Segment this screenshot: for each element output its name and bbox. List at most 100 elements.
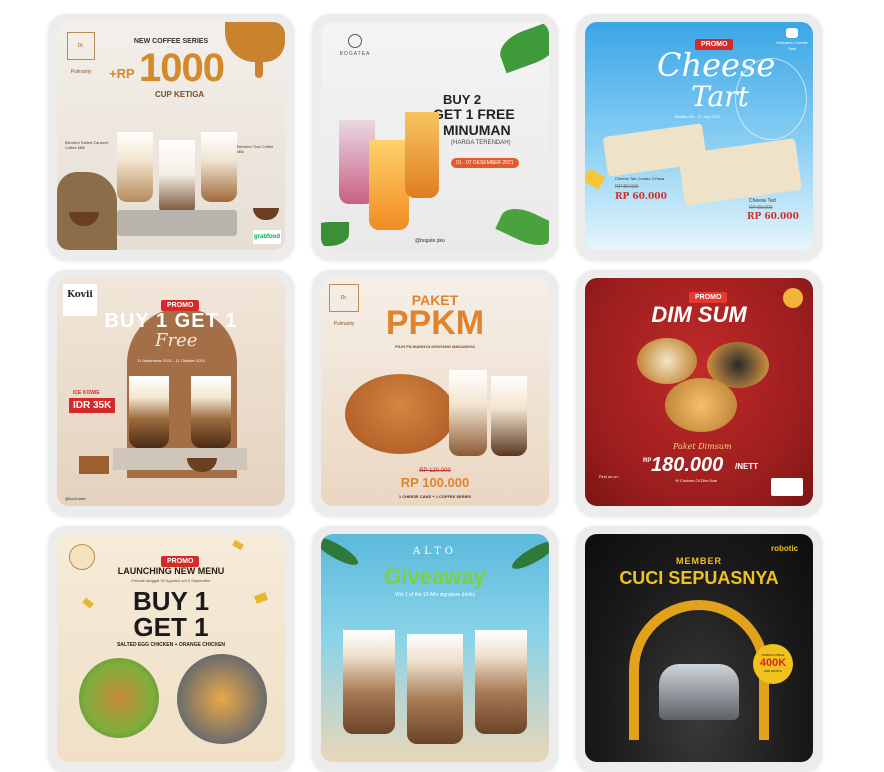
steamer-basket	[665, 378, 737, 432]
salad-bowl	[79, 658, 159, 738]
cup	[201, 132, 237, 202]
promo-image: Dr. Pulmanty NEW COFFEE SERIES +RP 1000 …	[57, 22, 285, 250]
cup-label: Blended Salted Caramel Coffee Milk	[65, 140, 109, 150]
tart-icon	[786, 28, 798, 38]
headline: NEW COFFEE SERIES	[133, 38, 209, 45]
promo-image: robotic MEMBER CUCI SEPUASNYA NORMAL PRI…	[585, 534, 813, 762]
podium	[113, 448, 247, 470]
sugar-cubes	[79, 456, 109, 474]
promo-card-cheese-tart[interactable]: PROMO Cheese Tart Berlaku 09 - 11 July 2…	[576, 14, 822, 260]
item2-price: RP 60.000	[747, 212, 799, 222]
promo-price: 400K	[759, 657, 787, 669]
cup	[369, 140, 409, 230]
price-prefix: +RP	[109, 66, 135, 81]
cheese-piece	[585, 168, 606, 190]
price: RP 100.000	[400, 475, 470, 490]
date-pill: 01 - 07 DESEMBER 2021	[451, 158, 519, 168]
title-line1: Cheese	[657, 46, 776, 84]
brand-name: robotic	[771, 544, 799, 553]
item2-old-price: RP 80.000	[749, 205, 773, 211]
brand-logo	[783, 288, 803, 308]
steamer-basket	[637, 338, 697, 384]
title: DIM SUM	[651, 302, 747, 327]
free-script: Free	[155, 330, 198, 351]
cup	[491, 376, 527, 456]
subline: CUP KETIGA	[155, 90, 205, 99]
product-name: ICE KOWIE	[73, 390, 100, 396]
glass	[191, 376, 231, 448]
promo-circle: NORMAL PRICE 400K PER MONTH	[753, 644, 793, 684]
podium	[117, 210, 237, 236]
headline-line2: GET 1	[133, 612, 209, 642]
caramel-drip	[255, 52, 263, 78]
leaf-decoration	[321, 222, 349, 246]
cup	[449, 370, 487, 456]
item1-name: Cheese Tart Combo 3 Rasa	[615, 176, 665, 181]
subtitle: Win 1 of the 10 Alto signature drinks	[394, 592, 476, 598]
brand-logo: BOGATEA	[335, 34, 375, 64]
promo-card-alto-giveaway[interactable]: ALTO Giveaway Win 1 of the 10 Alto signa…	[312, 526, 558, 772]
brand-name: ALTO	[413, 546, 457, 557]
brand-name: Hokkaido Cheese Tarts	[776, 40, 808, 51]
item1-price: RP 60.000	[615, 192, 667, 202]
promo-image: BOGATEA BUY 2 GET 1 FREE MINUMAN (HARGA …	[321, 22, 549, 250]
item2-name: Cheese Tart	[749, 198, 776, 204]
promo-image: ALTO Giveaway Win 1 of the 10 Alto signa…	[321, 534, 549, 762]
title-line2: PPKM	[385, 304, 485, 342]
footer: 1 CHEESE CAKE + 1 COFFEE SERIES	[398, 494, 472, 499]
price-amount: 1000	[139, 46, 225, 90]
promo-image: PROMO Cheese Tart Berlaku 09 - 11 July 2…	[585, 22, 813, 250]
brand-name: BOGATEA	[339, 51, 371, 57]
brand-logo: Hokkaido Cheese Tarts	[775, 28, 809, 54]
cup-label: Blended Thai Coffee Milk	[237, 144, 274, 154]
promo-card-coffee-series[interactable]: Dr. Pulmanty NEW COFFEE SERIES +RP 1000 …	[48, 14, 294, 260]
promo-card-dim-sum[interactable]: PROMO DIM SUM Paket Dimsum RP 180.000 /N…	[576, 270, 822, 516]
confetti	[232, 539, 244, 551]
promo-card-bogatea[interactable]: BOGATEA BUY 2 GET 1 FREE MINUMAN (HARGA …	[312, 14, 558, 260]
period: Periode tanggal 30 Agustus s/d 5 Septemb…	[131, 578, 211, 583]
car	[659, 664, 739, 720]
leaf-decoration	[494, 22, 549, 74]
cup	[159, 140, 195, 216]
cheese-cake	[345, 374, 455, 454]
promo-image: Kovii PROMO BUY 1 GET 1 Free 11 Septembe…	[57, 278, 285, 506]
headline-line2: CUCI SEPUASNYA	[619, 568, 779, 588]
glass	[475, 630, 527, 734]
glass	[407, 634, 463, 744]
price-suffix: /NETT	[735, 462, 759, 471]
cup	[117, 132, 153, 202]
sack	[57, 172, 117, 250]
promo-card-robotic-carwash[interactable]: robotic MEMBER CUCI SEPUASNYA NORMAL PRI…	[576, 526, 822, 772]
headline-line3: MINUMAN	[443, 122, 511, 138]
glass	[343, 630, 395, 734]
promo-image: PROMO LAUNCHING NEW MENU Periode tanggal…	[57, 534, 285, 762]
date: 11 September 2021 - 11 Oktober 2021	[137, 358, 205, 363]
promo-note: PER MONTH	[764, 669, 782, 673]
find-us: Find us on :	[599, 474, 620, 479]
coffee-bowl	[253, 208, 279, 220]
cup	[405, 112, 439, 198]
old-price: RP 120.000	[419, 468, 451, 474]
promo-card-kovii[interactable]: Kovii PROMO BUY 1 GET 1 Free 11 Septembe…	[48, 270, 294, 516]
footer: SALTED EGG CHICKEN + ORANGE CHICKEN	[116, 642, 226, 648]
promo-card-buy1get1-chicken[interactable]: PROMO LAUNCHING NEW MENU Periode tanggal…	[48, 526, 294, 772]
grabfood-logo: grabfood	[253, 230, 281, 244]
headline-line1: MEMBER	[676, 556, 722, 566]
chicken-bowl	[177, 654, 267, 744]
glass	[129, 376, 169, 448]
teapot-icon	[348, 34, 362, 48]
brand-name: Kovii	[67, 290, 93, 300]
promo-card-paket-ppkm[interactable]: Dr. Pulmanty PAKET PPKM PILIH PILIHANNYA…	[312, 270, 558, 516]
promo-image: PROMO DIM SUM Paket Dimsum RP 180.000 /N…	[585, 278, 813, 506]
price: 180.000	[651, 454, 724, 476]
leaf-decoration	[495, 201, 549, 250]
choices-note: *8 Choices Of Dim Sum	[675, 478, 718, 483]
headline-line2: GET 1 FREE	[433, 106, 515, 122]
promo-image: Dr. Pulmanty PAKET PPKM PILIH PILIHANNYA…	[321, 278, 549, 506]
title-line2: Tart	[691, 80, 749, 113]
footer-contact: @kovii.kafe	[65, 496, 86, 501]
subtitle: PILIH PILIHANNYA KENYANG MAKANNYA	[394, 344, 476, 349]
brand-logo: Dr. Pulmanty	[67, 32, 95, 75]
instagram-handle: @bogate.pku	[415, 238, 445, 244]
price-badge: IDR 35K	[69, 398, 116, 413]
